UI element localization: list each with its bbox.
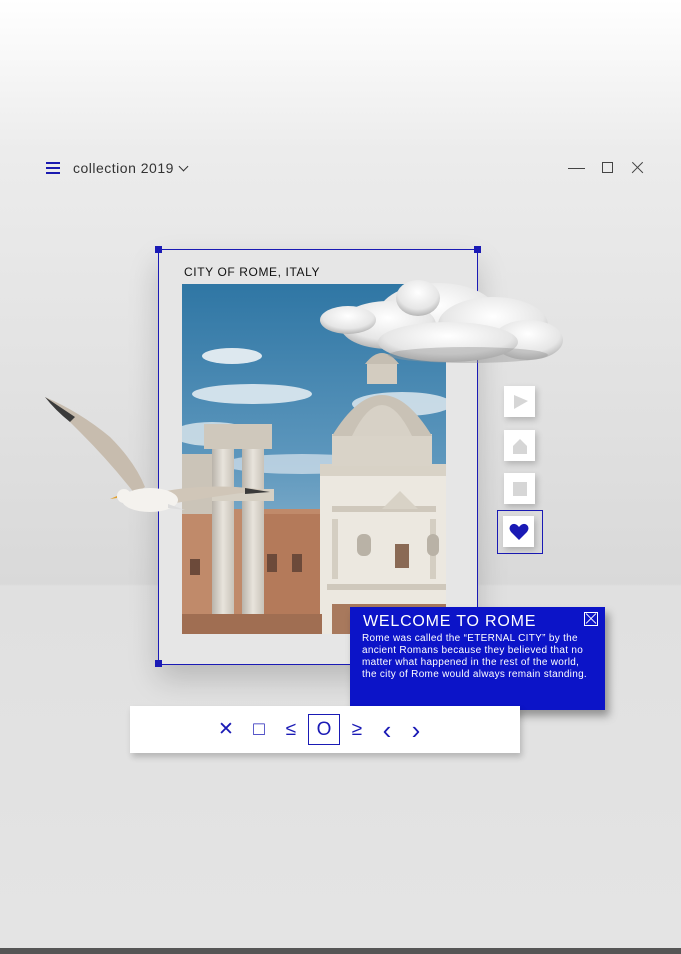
maximize-icon[interactable] <box>600 160 616 176</box>
card-close-icon[interactable] <box>584 612 598 626</box>
photo-title: CITY OF ROME, ITALY <box>184 265 321 279</box>
home-icon <box>512 438 527 454</box>
chevron-down-icon <box>178 161 189 172</box>
favorite-button[interactable] <box>503 516 534 547</box>
toolbar-greater-equal-button[interactable]: ≥ <box>342 715 372 745</box>
bottom-toolbar: ✕ □ ≤ O ≥ ‹ › <box>130 706 520 753</box>
toolbar-circle-button[interactable]: O <box>308 714 340 745</box>
card-body: Rome was called the “ETERNAL CITY” by th… <box>362 633 588 680</box>
menu-icon[interactable] <box>46 162 60 174</box>
play-button[interactable] <box>504 386 535 417</box>
stop-button[interactable] <box>504 473 535 504</box>
seagull-image <box>45 397 270 512</box>
bottom-edge-bar <box>0 948 681 954</box>
cloud-image <box>320 280 563 363</box>
home-button[interactable] <box>504 430 535 461</box>
resize-handle-bottom-left[interactable] <box>155 660 162 667</box>
resize-handle-top-left[interactable] <box>155 246 162 253</box>
favorite-selected-frame[interactable] <box>497 510 543 554</box>
toolbar-close-button[interactable]: ✕ <box>211 715 241 745</box>
collection-dropdown[interactable]: collection 2019 <box>73 160 189 176</box>
collection-label: collection 2019 <box>73 160 174 176</box>
heart-icon <box>509 523 528 540</box>
card-title: WELCOME TO ROME <box>363 613 537 630</box>
resize-handle-top-right[interactable] <box>474 246 481 253</box>
info-card: WELCOME TO ROME Rome was called the “ETE… <box>350 607 605 710</box>
toolbar-square-button[interactable]: □ <box>244 715 274 745</box>
minimize-icon[interactable] <box>568 160 585 176</box>
stop-icon <box>512 481 527 496</box>
toolbar-prev-button[interactable]: ‹ <box>372 715 402 745</box>
play-icon <box>513 394 528 409</box>
toolbar-less-equal-button[interactable]: ≤ <box>276 715 306 745</box>
close-icon[interactable] <box>630 160 646 176</box>
toolbar-next-button[interactable]: › <box>401 715 431 745</box>
